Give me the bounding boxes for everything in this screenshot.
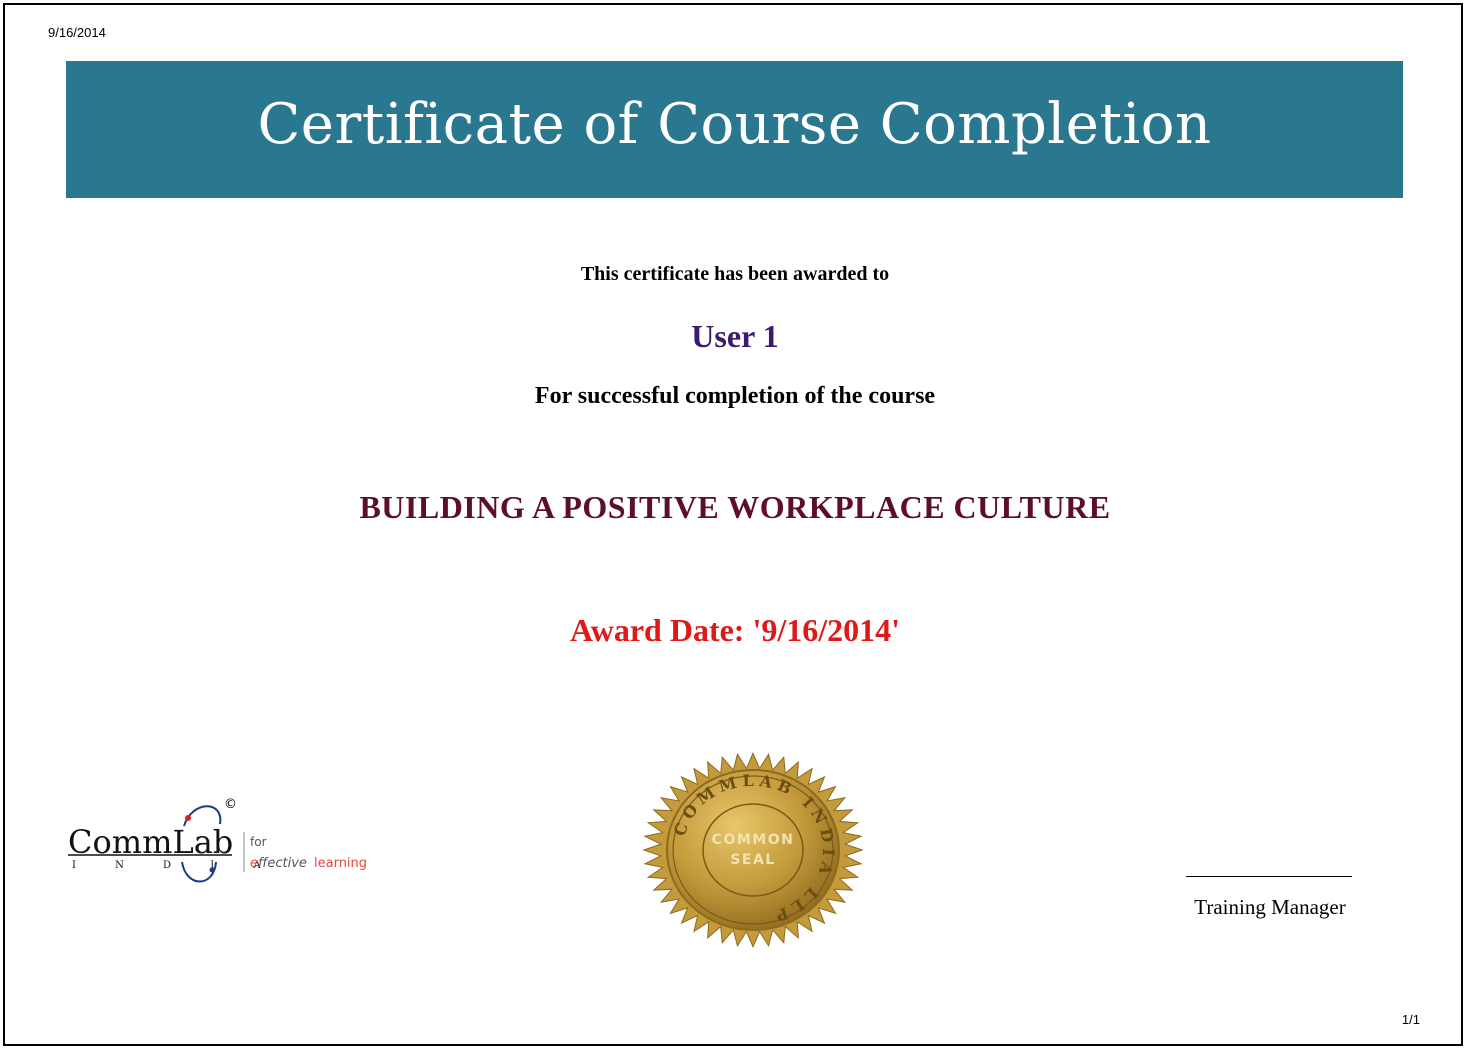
seal-center-line1: COMMON [712,832,795,848]
logo-tagline-learning: learning [314,856,367,871]
page-number: 1/1 [1401,1012,1420,1027]
signature-line [1186,876,1352,877]
print-date: 9/16/2014 [48,25,106,40]
logo-tagline-for: for [250,835,267,849]
awarded-to-text: This certificate has been awarded to [580,263,890,285]
logo-tagline-e: e [250,856,258,871]
certificate-banner: Certificate of Course Completion [66,61,1403,198]
logo-tagline-effective: ffective [258,856,307,871]
common-seal: COMMLAB INDIA LLP COMMON SEAL [641,747,865,953]
seal-center-line2: SEAL [730,852,775,868]
logo-country: I N D I A [72,860,279,871]
svg-text:effective: effective [250,856,307,871]
commlab-logo: © CommLab I N D I A for effective learni… [64,796,384,891]
copyright-symbol: © [224,797,237,812]
certificate-title: Certificate of Course Completion [257,92,1212,157]
signature-title: Training Manager [1194,895,1346,919]
award-date: Award Date: '9/16/2014' [569,612,901,648]
recipient-name: User 1 [691,318,779,354]
completion-text: For successful completion of the course [534,383,936,409]
course-name: BUILDING A POSITIVE WORKPLACE CULTURE [359,489,1111,525]
